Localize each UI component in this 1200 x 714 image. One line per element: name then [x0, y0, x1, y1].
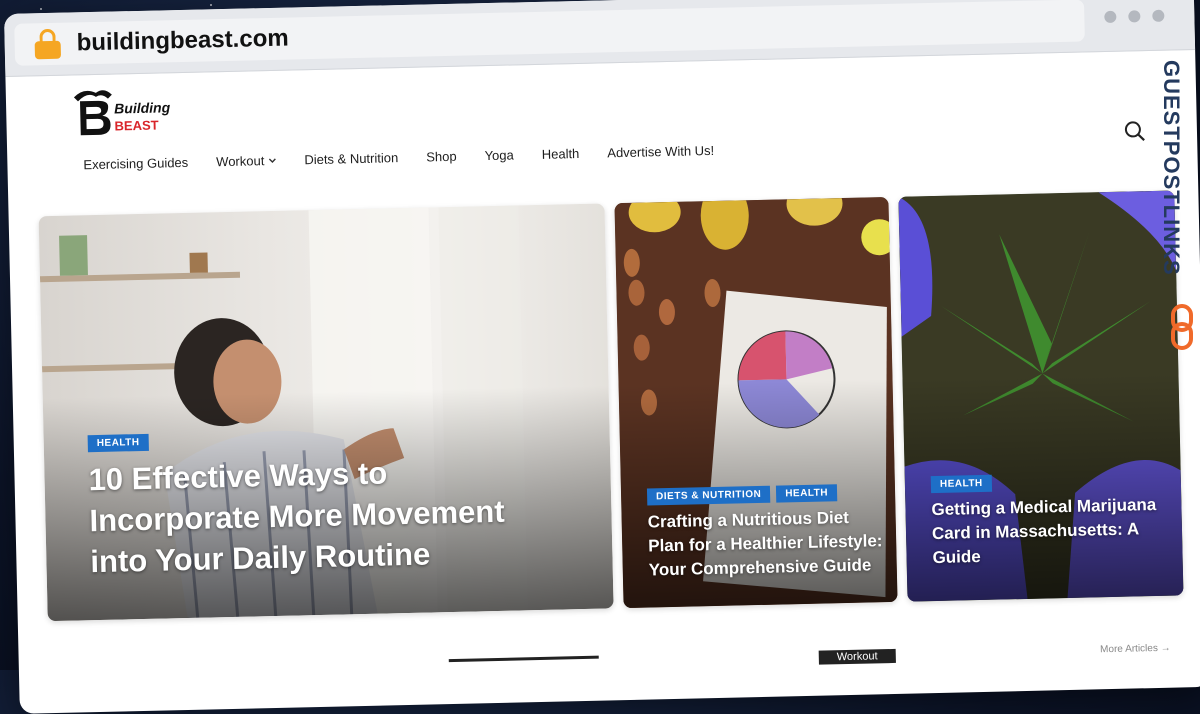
nav-label: Workout — [216, 153, 265, 170]
nav-label: Shop — [426, 148, 457, 165]
website: Building BEAST Exercising Guides Workout… — [5, 50, 1200, 714]
logo-text-top: Building — [114, 99, 171, 116]
chevron-down-icon — [268, 157, 276, 163]
nav-label: Diets & Nutrition — [304, 150, 399, 168]
window-controls — [1104, 9, 1165, 24]
category-tag[interactable]: DIETS & NUTRITION — [646, 485, 771, 506]
main-nav: Exercising Guides Workout Diets & Nutrit… — [83, 143, 714, 172]
nav-advertise[interactable]: Advertise With Us! — [607, 143, 714, 160]
watermark-text: GUESTPOSTLINKS — [1159, 60, 1184, 276]
card-tags: HEALTH — [87, 433, 149, 453]
card-tags: HEALTH — [930, 474, 992, 494]
article-card[interactable]: HEALTH Getting a Medical Marijuana Card … — [898, 190, 1184, 602]
window-dot-icon[interactable] — [1104, 10, 1117, 24]
nav-label: Yoga — [484, 147, 514, 164]
section-header-strip: Workout More Articles → — [19, 628, 1200, 714]
nav-yoga[interactable]: Yoga — [484, 147, 514, 163]
logo-text-bottom: BEAST — [114, 118, 158, 134]
window-dot-icon[interactable] — [1152, 9, 1165, 22]
nav-exercising-guides[interactable]: Exercising Guides — [83, 155, 188, 172]
category-tag[interactable]: HEALTH — [87, 433, 149, 453]
search-icon[interactable] — [1123, 119, 1148, 144]
nav-health[interactable]: Health — [542, 146, 580, 162]
nav-label: Health — [541, 145, 580, 162]
more-articles-link[interactable]: More Articles → — [1100, 643, 1171, 656]
lock-icon — [34, 28, 62, 60]
section-divider — [448, 655, 599, 663]
nav-workout[interactable]: Workout — [216, 153, 276, 169]
guestpostlinks-watermark: GUESTPOSTLINKS — [1159, 60, 1200, 360]
article-card[interactable]: DIETS & NUTRITION HEALTH Crafting a Nutr… — [614, 196, 898, 609]
card-title[interactable]: Crafting a Nutritious Diet Plan for a He… — [647, 505, 889, 582]
site-logo[interactable]: Building BEAST — [70, 85, 181, 139]
url-text: buildingbeast.com — [76, 24, 289, 57]
featured-article-card[interactable]: HEALTH 10 Effective Ways to Incorporate … — [38, 203, 614, 622]
card-title[interactable]: 10 Effective Ways to Incorporate More Mo… — [88, 449, 561, 583]
nav-diets-nutrition[interactable]: Diets & Nutrition — [304, 150, 398, 167]
nav-label: Exercising Guides — [83, 154, 189, 173]
link-chain-icon — [1171, 304, 1193, 350]
tab-workout[interactable]: Workout — [818, 648, 896, 665]
window-dot-icon[interactable] — [1128, 10, 1141, 23]
card-title[interactable]: Getting a Medical Marijuana Card in Mass… — [931, 493, 1169, 570]
browser-window: buildingbeast.com Building BEAST Exercis… — [4, 0, 1200, 714]
nav-label: Advertise With Us! — [607, 142, 715, 161]
category-tag[interactable]: HEALTH — [930, 474, 992, 494]
category-tag[interactable]: HEALTH — [776, 484, 838, 503]
nav-shop[interactable]: Shop — [426, 149, 457, 165]
